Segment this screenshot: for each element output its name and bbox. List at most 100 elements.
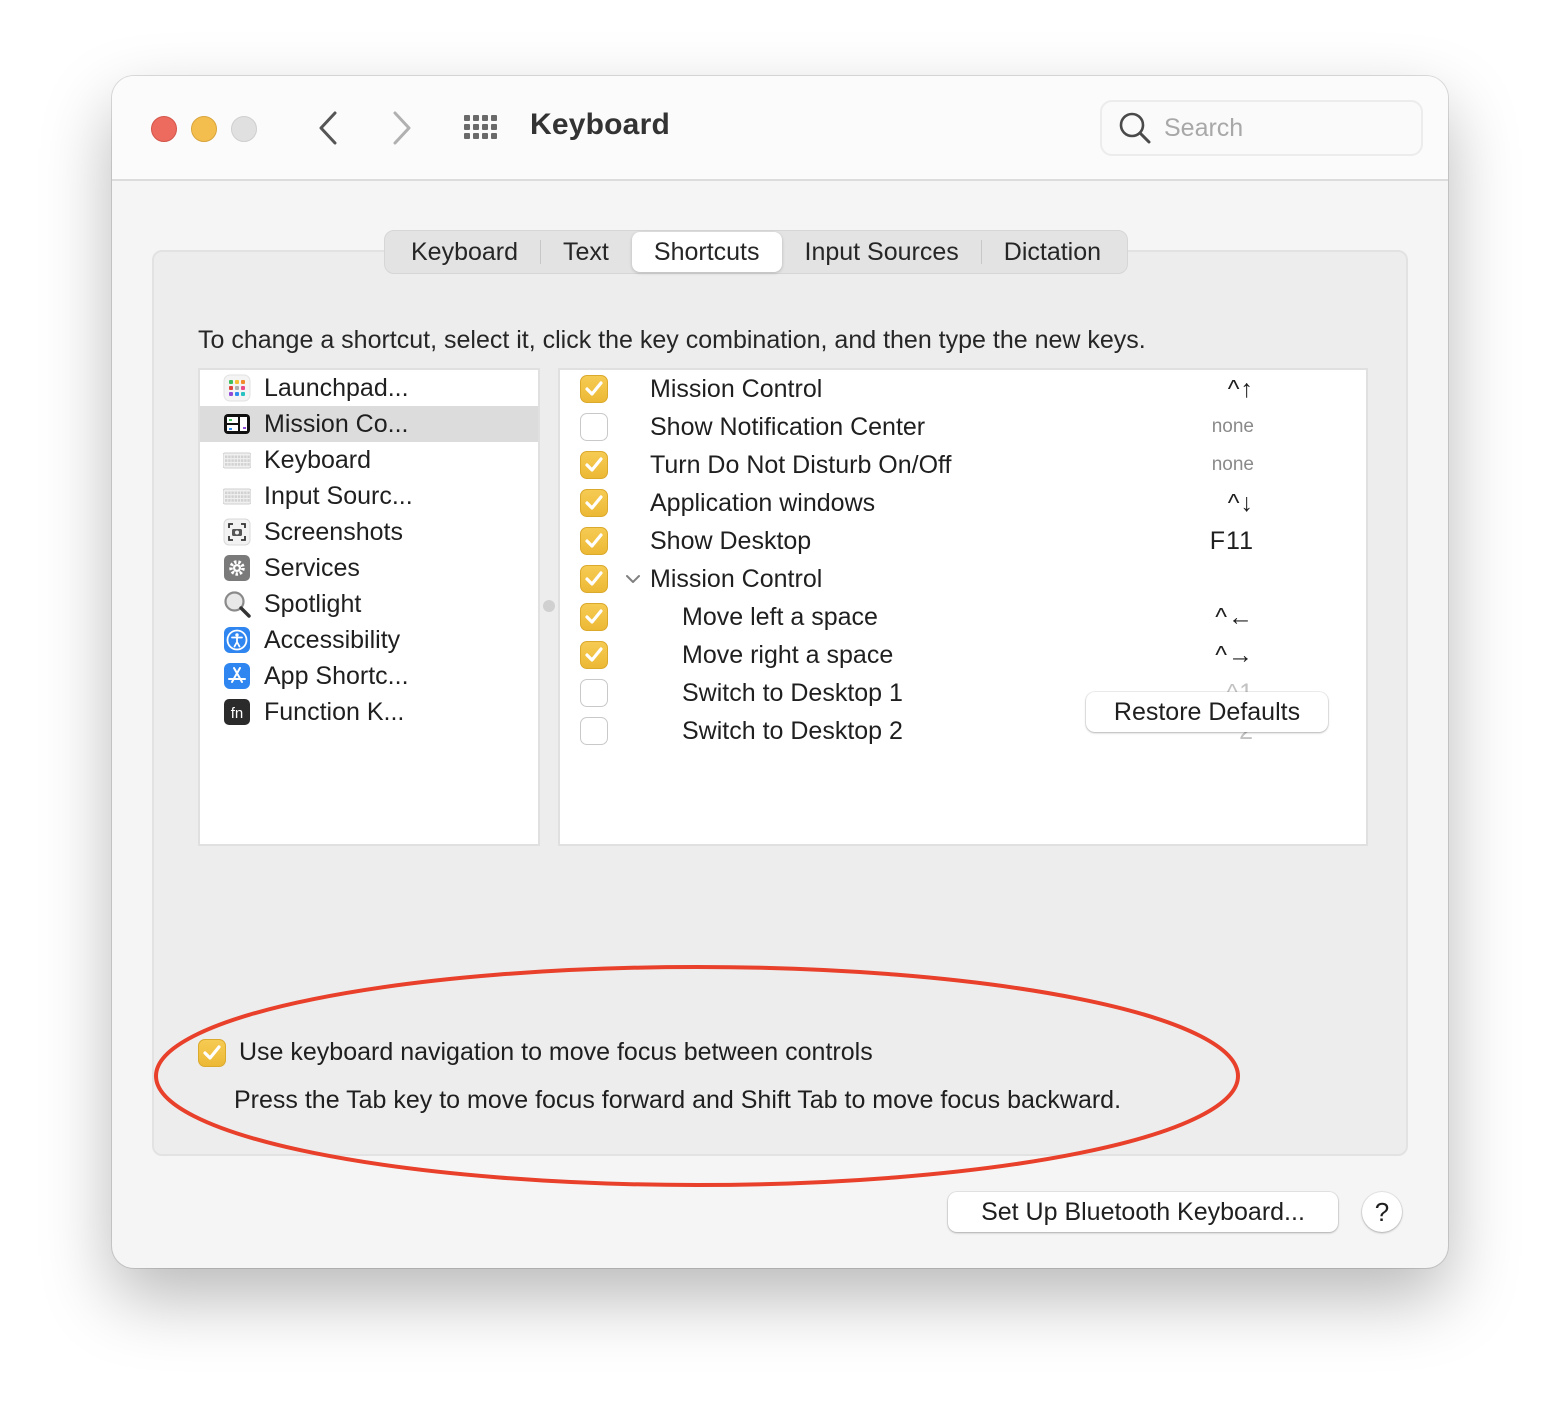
category-item[interactable]: Input Sourc... xyxy=(200,478,538,514)
category-list[interactable]: Launchpad... Mission Co... Keyboard Input S… xyxy=(198,368,540,846)
checkmark-icon xyxy=(585,381,603,396)
shortcut-key-combination[interactable]: F11 xyxy=(1210,527,1254,556)
category-label: Mission Co... xyxy=(264,409,409,438)
shortcut-label: Application windows xyxy=(650,488,876,517)
shortcut-row[interactable]: Application windows ^↓ xyxy=(560,484,1366,522)
split-view-divider[interactable] xyxy=(543,600,555,612)
category-label: Function K... xyxy=(264,697,405,726)
shortcut-key-combination[interactable]: ^↑ xyxy=(1228,375,1254,404)
category-label: Accessibility xyxy=(264,625,401,654)
checkmark-icon xyxy=(203,1045,221,1060)
shortcut-checkbox[interactable] xyxy=(580,413,608,441)
category-item[interactable]: Mission Co... xyxy=(200,406,538,442)
accessibility-icon xyxy=(223,626,251,654)
category-label: Keyboard xyxy=(264,445,372,474)
shortcut-checkbox[interactable] xyxy=(580,603,608,631)
tab-input-sources[interactable]: Input Sources xyxy=(783,232,981,272)
shortcut-row[interactable]: Show Notification Center none xyxy=(560,408,1366,446)
shortcut-label: Turn Do Not Disturb On/Off xyxy=(650,450,952,479)
shortcut-checkbox[interactable] xyxy=(580,565,608,593)
category-item[interactable]: fn Function K... xyxy=(200,694,538,730)
shortcut-checkbox[interactable] xyxy=(580,679,608,707)
shortcut-row[interactable]: Move left a space ^← xyxy=(560,598,1366,636)
category-label: App Shortc... xyxy=(264,661,409,690)
category-label: Services xyxy=(264,553,360,582)
checkmark-icon xyxy=(585,457,603,472)
shortcut-row[interactable]: Show Desktop F11 xyxy=(560,522,1366,560)
launchpad-icon xyxy=(223,374,251,402)
chevron-left-icon xyxy=(319,111,337,145)
checkmark-icon xyxy=(585,533,603,548)
input-sources-icon xyxy=(223,482,251,510)
shortcut-label: Switch to Desktop 2 xyxy=(682,716,903,745)
search-field[interactable] xyxy=(1100,100,1423,156)
category-item[interactable]: Launchpad... xyxy=(200,370,538,406)
show-all-grid-icon xyxy=(464,115,497,139)
magnifier-icon xyxy=(223,590,251,618)
shortcut-label: Mission Control xyxy=(650,374,823,403)
back-button[interactable] xyxy=(310,108,346,148)
shortcut-list[interactable]: Mission Control ^↑ Show Notification Cente… xyxy=(558,368,1368,846)
shortcut-checkbox[interactable] xyxy=(580,451,608,479)
search-input[interactable] xyxy=(1164,113,1404,143)
tab-bar: Keyboard Text Shortcuts Input Sources Dictat… xyxy=(384,230,1129,274)
shortcut-key-combination[interactable]: none xyxy=(1212,416,1254,438)
screenshot-icon xyxy=(223,518,251,546)
checkmark-icon xyxy=(585,571,603,586)
minimize-window-button[interactable] xyxy=(191,116,217,142)
zoom-window-button[interactable] xyxy=(231,116,257,142)
disclosure-chevron-down-icon[interactable] xyxy=(624,570,642,593)
gear-icon xyxy=(223,554,251,582)
shortcut-checkbox[interactable] xyxy=(580,717,608,745)
shortcut-label: Mission Control xyxy=(650,564,823,593)
shortcut-row[interactable]: Move right a space ^→ xyxy=(560,636,1366,674)
checkmark-icon xyxy=(585,495,603,510)
shortcut-row[interactable]: Turn Do Not Disturb On/Off none xyxy=(560,446,1366,484)
tab-text[interactable]: Text xyxy=(541,232,631,272)
shortcut-checkbox[interactable] xyxy=(580,375,608,403)
shortcut-label: Show Desktop xyxy=(650,526,812,555)
tab-keyboard[interactable]: Keyboard xyxy=(389,232,540,272)
app-store-icon xyxy=(223,662,251,690)
category-item[interactable]: Screenshots xyxy=(200,514,538,550)
category-item[interactable]: Keyboard xyxy=(200,442,538,478)
category-label: Input Sourc... xyxy=(264,481,413,510)
shortcut-key-combination[interactable]: ^↓ xyxy=(1228,489,1254,518)
search-icon xyxy=(1119,112,1151,144)
set-up-bluetooth-keyboard-button[interactable]: Set Up Bluetooth Keyboard... xyxy=(948,1192,1338,1232)
category-item[interactable]: Spotlight xyxy=(200,586,538,622)
svg-text:fn: fn xyxy=(231,705,244,722)
category-label: Launchpad... xyxy=(264,373,409,402)
keyboard-navigation-label[interactable]: Use keyboard navigation to move focus be… xyxy=(239,1038,873,1067)
shortcut-checkbox[interactable] xyxy=(580,527,608,555)
title-bar: Keyboard xyxy=(112,76,1448,181)
close-window-button[interactable] xyxy=(151,116,177,142)
keyboard-navigation-description: Press the Tab key to move focus forward … xyxy=(234,1086,1122,1114)
forward-button[interactable] xyxy=(384,108,420,148)
keyboard-preferences-window: Keyboard KeyboardTextShortcutsInput Sour… xyxy=(112,76,1448,1268)
show-all-button[interactable] xyxy=(462,112,502,144)
tab-shortcuts[interactable]: Shortcuts xyxy=(631,232,782,272)
window-title: Keyboard xyxy=(530,108,670,141)
shortcut-key-combination[interactable]: ^→ xyxy=(1215,641,1254,670)
shortcut-checkbox[interactable] xyxy=(580,641,608,669)
fn-key-icon: fn xyxy=(223,698,251,726)
category-label: Spotlight xyxy=(264,589,362,618)
shortcut-label: Show Notification Center xyxy=(650,412,926,441)
shortcut-row[interactable]: Mission Control xyxy=(560,560,1366,598)
shortcut-row[interactable]: Mission Control ^↑ xyxy=(560,370,1366,408)
tab-dictation[interactable]: Dictation xyxy=(982,232,1123,272)
shortcut-key-combination[interactable]: none xyxy=(1212,454,1254,476)
instruction-text: To change a shortcut, select it, click t… xyxy=(198,326,1146,354)
chevron-right-icon xyxy=(393,111,411,145)
restore-defaults-button[interactable]: Restore Defaults xyxy=(1086,692,1328,732)
keyboard-navigation-checkbox[interactable] xyxy=(198,1039,226,1067)
shortcut-label: Switch to Desktop 1 xyxy=(682,678,903,707)
category-item[interactable]: App Shortc... xyxy=(200,658,538,694)
category-item[interactable]: Accessibility xyxy=(200,622,538,658)
help-button[interactable]: ? xyxy=(1362,1192,1402,1232)
category-item[interactable]: Services xyxy=(200,550,538,586)
shortcut-checkbox[interactable] xyxy=(580,489,608,517)
shortcut-key-combination[interactable]: ^← xyxy=(1215,603,1254,632)
category-label: Screenshots xyxy=(264,517,403,546)
